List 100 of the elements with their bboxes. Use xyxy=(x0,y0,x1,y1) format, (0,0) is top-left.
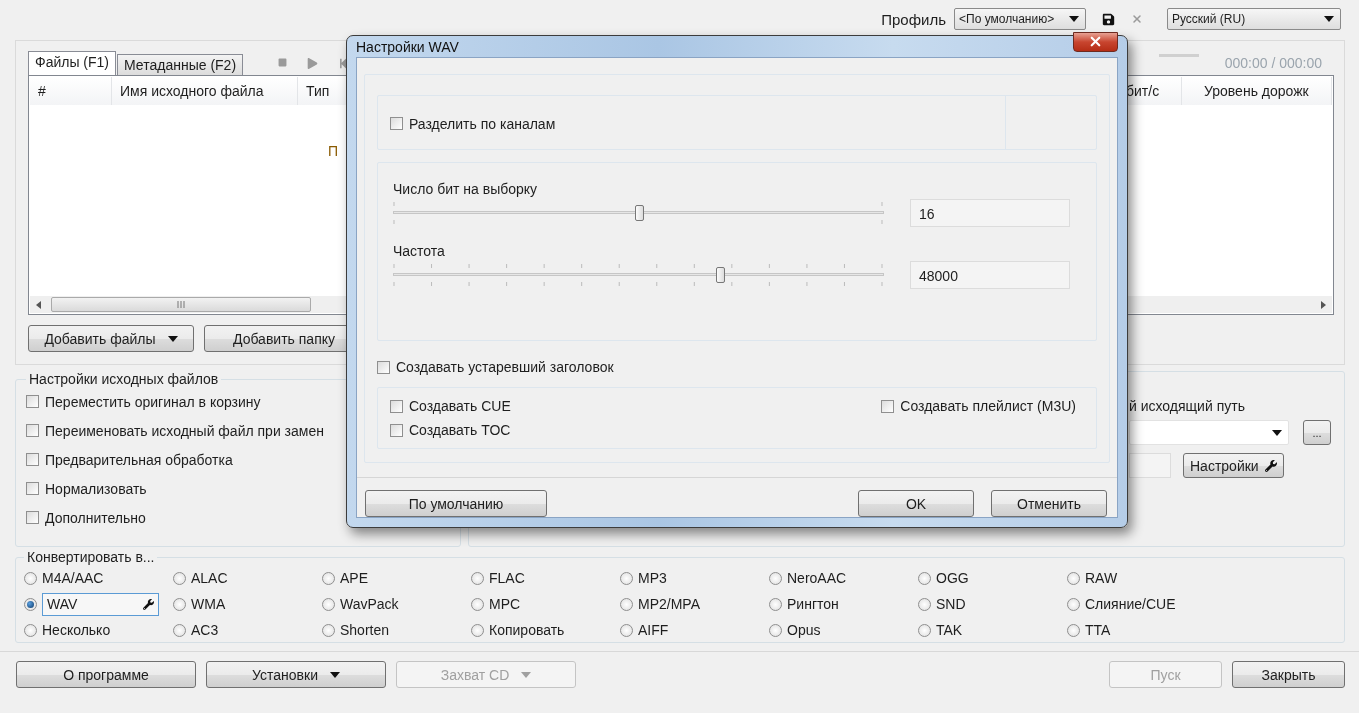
checkbox[interactable] xyxy=(390,399,403,413)
checkbox-label[interactable]: Предварительная обработка xyxy=(45,451,233,468)
radio-label[interactable]: AIFF xyxy=(638,622,669,638)
save-icon[interactable] xyxy=(1102,12,1115,26)
text-field[interactable] xyxy=(1129,453,1171,478)
dialog-button[interactable]: OK xyxy=(858,490,974,517)
checkbox-label[interactable]: Разделить по каналам xyxy=(409,115,556,132)
wrench-icon[interactable] xyxy=(143,598,154,610)
radio-button[interactable] xyxy=(173,623,186,637)
radio-label[interactable]: MP3 xyxy=(638,570,667,586)
checkbox[interactable] xyxy=(26,453,39,466)
radio-button[interactable] xyxy=(620,597,633,611)
footer-right-button[interactable]: Закрыть xyxy=(1232,661,1345,688)
radio-label[interactable]: Несколько xyxy=(42,622,111,638)
radio-button[interactable] xyxy=(471,623,484,637)
slider-track[interactable] xyxy=(393,202,884,224)
radio-button[interactable] xyxy=(1067,597,1080,611)
footer-left-button[interactable]: Установки xyxy=(206,661,386,688)
radio-button[interactable] xyxy=(1067,623,1080,637)
radio-label[interactable]: WAV xyxy=(47,596,78,612)
radio-button[interactable] xyxy=(1067,571,1080,585)
radio-label[interactable]: FLAC xyxy=(489,570,525,586)
radio-button[interactable] xyxy=(769,623,782,637)
scroll-right-icon[interactable] xyxy=(1319,300,1327,309)
checkbox[interactable] xyxy=(26,395,39,408)
column-header[interactable]: # xyxy=(30,77,112,105)
radio-label[interactable]: MP2/MPA xyxy=(638,596,700,612)
radio-label[interactable]: Opus xyxy=(787,622,821,638)
column-header[interactable]: Уровень дорожк xyxy=(1182,77,1332,105)
radio-button[interactable] xyxy=(322,571,335,585)
radio-button[interactable] xyxy=(918,597,931,611)
slider-track[interactable] xyxy=(393,264,884,286)
radio-button[interactable] xyxy=(769,597,782,611)
radio-label[interactable]: OGG xyxy=(936,570,969,586)
radio-label[interactable]: NeroAAC xyxy=(787,570,847,586)
radio-label[interactable]: APE xyxy=(340,570,368,586)
scroll-left-icon[interactable] xyxy=(35,300,43,309)
tab[interactable]: Метаданные (F2) xyxy=(117,54,244,75)
radio-button[interactable] xyxy=(918,571,931,585)
radio-label[interactable]: WavPack xyxy=(340,596,399,612)
browse-button[interactable]: ... xyxy=(1303,420,1331,445)
stop-icon[interactable] xyxy=(278,57,288,69)
settings-button[interactable]: Настройки xyxy=(1183,453,1284,478)
radio-button[interactable] xyxy=(24,571,37,585)
radio-button[interactable] xyxy=(620,623,633,637)
radio-button[interactable] xyxy=(471,597,484,611)
radio-button[interactable] xyxy=(322,597,335,611)
radio-button[interactable] xyxy=(24,597,37,611)
radio-button[interactable] xyxy=(769,571,782,585)
radio-label[interactable]: Слияние/CUE xyxy=(1085,596,1176,612)
dialog-button[interactable]: Отменить xyxy=(991,490,1107,517)
checkbox-label[interactable]: Дополнительно xyxy=(45,509,146,526)
radio-button[interactable] xyxy=(471,571,484,585)
radio-label[interactable]: M4A/AAC xyxy=(42,570,104,586)
checkbox-label[interactable]: Создавать TOC xyxy=(409,422,511,438)
add-button[interactable]: Добавить файлы xyxy=(28,325,194,352)
checkbox-label[interactable]: Нормализовать xyxy=(45,480,147,497)
radio-label[interactable]: WMA xyxy=(191,596,226,612)
checkbox[interactable] xyxy=(377,360,390,374)
value-field[interactable]: 16 xyxy=(910,199,1070,227)
checkbox-label[interactable]: Переименовать исходный файл при замен xyxy=(45,422,324,439)
radio-label[interactable]: SND xyxy=(936,596,966,612)
radio-button[interactable] xyxy=(24,623,37,637)
checkbox-label[interactable]: Создавать устаревший заголовок xyxy=(396,359,614,375)
checkbox[interactable] xyxy=(881,399,895,413)
checkbox-label[interactable]: Создавать плейлист (M3U) xyxy=(900,398,1076,414)
radio-label[interactable]: ALAC xyxy=(191,570,228,586)
radio-button[interactable] xyxy=(918,623,931,637)
close-icon[interactable] xyxy=(1131,13,1143,25)
radio-button[interactable] xyxy=(173,597,186,611)
radio-button[interactable] xyxy=(173,571,186,585)
value-field[interactable]: 48000 xyxy=(910,261,1070,289)
radio-label[interactable]: TAK xyxy=(936,622,963,638)
checkbox-label[interactable]: Создавать CUE xyxy=(409,398,511,414)
radio-label[interactable]: AC3 xyxy=(191,622,219,638)
profile-dropdown[interactable]: <По умолчанию> xyxy=(954,8,1086,30)
footer-left-button[interactable]: О программе xyxy=(16,661,196,688)
language-dropdown[interactable]: Русский (RU) xyxy=(1167,8,1341,30)
radio-label[interactable]: Копировать xyxy=(489,622,565,638)
checkbox[interactable] xyxy=(390,423,403,437)
column-header[interactable]: Имя исходного файла xyxy=(112,77,298,105)
radio-label[interactable]: TTA xyxy=(1085,622,1111,638)
tab[interactable]: Файлы (F1) xyxy=(28,51,117,75)
radio-label[interactable]: RAW xyxy=(1085,570,1118,586)
slider-thumb[interactable] xyxy=(634,205,644,221)
radio-label[interactable]: MPC xyxy=(489,596,521,612)
dialog-button[interactable]: По умолчанию xyxy=(365,490,547,517)
radio-button[interactable] xyxy=(322,623,335,637)
checkbox[interactable] xyxy=(390,117,403,130)
play-icon[interactable] xyxy=(307,57,319,69)
checkbox[interactable] xyxy=(26,511,39,524)
checkbox-label[interactable]: Переместить оригинал в корзину xyxy=(45,393,261,410)
radio-button[interactable] xyxy=(620,571,633,585)
checkbox[interactable] xyxy=(26,424,39,437)
radio-label[interactable]: Shorten xyxy=(340,622,390,638)
radio-label[interactable]: Рингтон xyxy=(787,596,839,612)
checkbox[interactable] xyxy=(26,482,39,495)
slider-thumb[interactable] xyxy=(715,267,725,283)
output-path-dropdown[interactable] xyxy=(1129,420,1289,445)
close-button[interactable] xyxy=(1073,31,1118,52)
